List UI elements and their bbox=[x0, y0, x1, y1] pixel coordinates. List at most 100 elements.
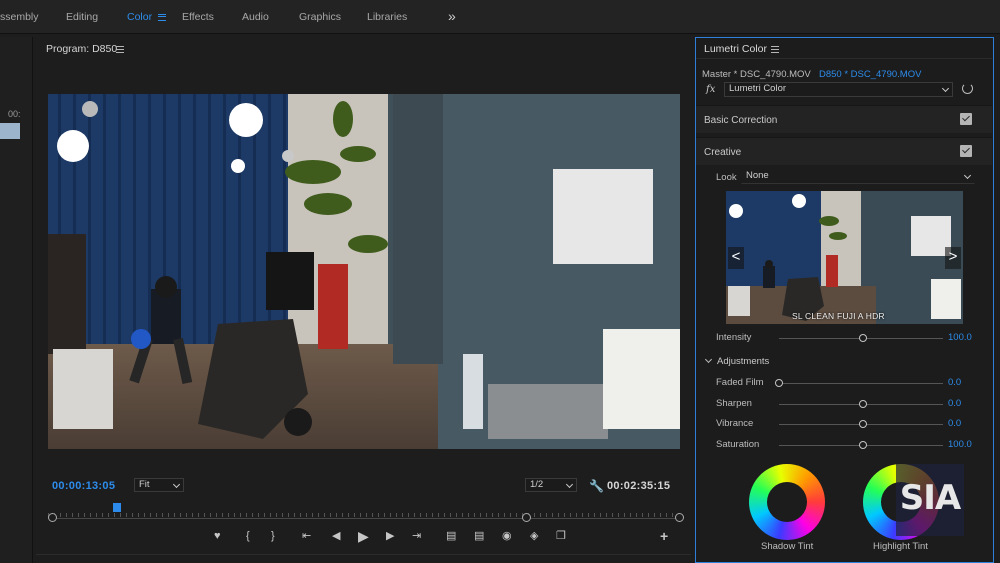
slider-knob[interactable] bbox=[859, 334, 867, 342]
section-basic-correction[interactable]: Basic Correction bbox=[696, 105, 992, 133]
step-forward-icon[interactable]: ▶ bbox=[386, 529, 394, 543]
slider-value[interactable]: 100.0 bbox=[948, 332, 972, 343]
faded-film-slider[interactable]: Faded Film 0.0 bbox=[696, 377, 992, 391]
tab-menu-icon[interactable] bbox=[158, 13, 167, 21]
creative-checkbox[interactable] bbox=[960, 145, 972, 157]
chevron-down-icon bbox=[565, 480, 574, 489]
lift-icon[interactable]: ▤ bbox=[446, 529, 456, 543]
program-monitor-title[interactable]: Program: D850 bbox=[46, 43, 117, 55]
zoom-handle-right[interactable] bbox=[675, 513, 684, 522]
master-clip-label[interactable]: Master * DSC_4790.MOV bbox=[702, 69, 811, 80]
intensity-slider[interactable]: Intensity 100.0 bbox=[696, 332, 992, 346]
section-creative[interactable]: Creative bbox=[696, 137, 992, 165]
slider-knob[interactable] bbox=[859, 441, 867, 449]
play-icon[interactable]: ▶ bbox=[358, 529, 369, 543]
slider-knob[interactable] bbox=[859, 420, 867, 428]
chevron-down-icon bbox=[963, 171, 972, 180]
program-monitor: Program: D850 00:00:13:05 Fit 1/2 🔧 00:0… bbox=[36, 37, 691, 563]
sequence-duration: 00:02:35:15 bbox=[607, 480, 671, 492]
watermark-text: SIA bbox=[899, 478, 961, 518]
shadow-tint-wheel[interactable] bbox=[749, 464, 825, 540]
video-frame[interactable] bbox=[48, 94, 680, 449]
look-select[interactable]: None bbox=[741, 169, 975, 184]
adjustments-label: Adjustments bbox=[717, 356, 770, 367]
look-preview[interactable]: < > SL CLEAN FUJI A HDR bbox=[726, 191, 963, 324]
go-to-in-icon[interactable]: ⇤ bbox=[302, 529, 311, 543]
mark-in-button[interactable]: { bbox=[246, 529, 250, 543]
ruler-line bbox=[48, 518, 680, 519]
slider-label: Saturation bbox=[716, 439, 760, 450]
more-workspaces-icon[interactable]: » bbox=[448, 8, 456, 24]
chevron-down-icon bbox=[704, 355, 713, 364]
slider-knob[interactable] bbox=[859, 400, 867, 408]
effect-select[interactable]: Lumetri Color bbox=[724, 82, 953, 97]
workspace-tab-libraries[interactable]: Libraries bbox=[367, 11, 407, 23]
previous-look-icon[interactable]: < bbox=[728, 247, 744, 269]
compare-icon[interactable]: ◈ bbox=[530, 529, 538, 543]
highlight-tint-label: Highlight Tint bbox=[873, 541, 928, 552]
look-value: None bbox=[746, 170, 769, 181]
step-back-icon[interactable]: ◀ bbox=[332, 529, 340, 543]
time-ruler[interactable] bbox=[48, 513, 680, 525]
basic-correction-checkbox[interactable] bbox=[960, 113, 972, 125]
resolution-value: 1/2 bbox=[530, 479, 544, 490]
work-area-handle[interactable] bbox=[522, 513, 531, 522]
lumetri-color-panel: Lumetri Color Master * DSC_4790.MOV D850… bbox=[695, 37, 994, 563]
look-preset-name: SL CLEAN FUJI A HDR bbox=[792, 311, 885, 321]
timeline-clip[interactable] bbox=[0, 123, 20, 139]
panel-menu-icon[interactable] bbox=[771, 46, 779, 53]
extract-icon[interactable]: ▤ bbox=[474, 529, 484, 543]
sharpen-slider[interactable]: Sharpen 0.0 bbox=[696, 398, 992, 412]
workspace-tab-graphics[interactable]: Graphics bbox=[299, 11, 341, 23]
fx-toggle-icon[interactable]: fx bbox=[706, 84, 715, 95]
slider-label: Sharpen bbox=[716, 398, 752, 409]
workspace-bar: ssembly Editing Color Effects Audio Grap… bbox=[0, 0, 1000, 34]
zoom-handle-left[interactable] bbox=[48, 513, 57, 522]
effect-name: Lumetri Color bbox=[729, 83, 787, 94]
workspace-tab-editing[interactable]: Editing bbox=[66, 11, 98, 23]
reset-icon[interactable] bbox=[962, 83, 973, 94]
slider-value[interactable]: 0.0 bbox=[948, 377, 961, 388]
look-preview-image bbox=[726, 191, 963, 324]
video-image bbox=[48, 94, 680, 449]
panel-menu-icon[interactable] bbox=[116, 46, 124, 53]
slider-value[interactable]: 100.0 bbox=[948, 439, 972, 450]
multi-camera-icon[interactable]: ❐ bbox=[556, 529, 566, 543]
slider-label: Vibrance bbox=[716, 418, 754, 429]
zoom-select[interactable]: Fit bbox=[134, 478, 184, 492]
transport-controls: ♥ { } ⇤ ◀ ▶ ▶ ⇥ ▤ ▤ ◉ ◈ ❐ + bbox=[36, 529, 691, 551]
workspace-tab-color[interactable]: Color bbox=[127, 11, 167, 23]
slider-knob[interactable] bbox=[775, 379, 783, 387]
workspace-tab-audio[interactable]: Audio bbox=[242, 11, 269, 23]
lumetri-panel-title[interactable]: Lumetri Color bbox=[704, 43, 767, 55]
adjustments-header[interactable]: Adjustments bbox=[704, 355, 770, 367]
go-to-out-icon[interactable]: ⇥ bbox=[412, 529, 421, 543]
next-look-icon[interactable]: > bbox=[945, 247, 961, 269]
vibrance-slider[interactable]: Vibrance 0.0 bbox=[696, 418, 992, 432]
slider-value[interactable]: 0.0 bbox=[948, 418, 961, 429]
workspace-tab-color-label: Color bbox=[127, 11, 153, 23]
current-timecode[interactable]: 00:00:13:05 bbox=[52, 480, 115, 492]
marker-icon[interactable]: ♥ bbox=[214, 529, 221, 543]
settings-wrench-icon[interactable]: 🔧 bbox=[589, 479, 604, 493]
section-label: Creative bbox=[704, 147, 742, 158]
sequence-clip-label[interactable]: D850 * DSC_4790.MOV bbox=[819, 69, 921, 80]
chevron-down-icon bbox=[941, 84, 950, 93]
slider-value[interactable]: 0.0 bbox=[948, 398, 961, 409]
chevron-down-icon bbox=[172, 480, 181, 489]
slider-label: Faded Film bbox=[716, 377, 764, 388]
mark-out-button[interactable]: } bbox=[271, 529, 275, 543]
resolution-select[interactable]: 1/2 bbox=[525, 478, 577, 492]
camera-icon[interactable]: ◉ bbox=[502, 529, 512, 543]
zoom-value: Fit bbox=[139, 479, 150, 490]
playhead-handle[interactable] bbox=[113, 503, 121, 512]
look-label: Look bbox=[716, 172, 737, 183]
add-button-icon[interactable]: + bbox=[660, 529, 668, 543]
workspace-tab-effects[interactable]: Effects bbox=[182, 11, 214, 23]
saturation-slider[interactable]: Saturation 100.0 bbox=[696, 439, 992, 453]
slider-label: Intensity bbox=[716, 332, 752, 343]
shadow-tint-label: Shadow Tint bbox=[761, 541, 814, 552]
slider-track[interactable] bbox=[779, 383, 943, 384]
wheel-center[interactable] bbox=[767, 482, 807, 522]
workspace-tab-assembly[interactable]: ssembly bbox=[0, 11, 39, 23]
